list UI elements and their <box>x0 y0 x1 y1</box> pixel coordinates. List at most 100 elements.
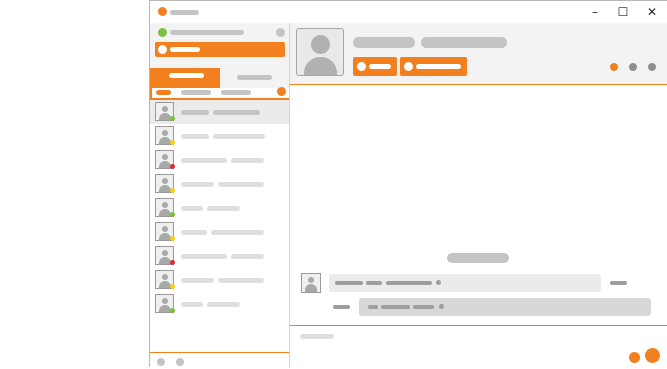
tab-recent[interactable] <box>220 68 289 88</box>
contact-list-item[interactable] <box>150 244 289 268</box>
status-dot-icon <box>170 260 175 265</box>
tab-recent-label-placeholder <box>237 75 272 80</box>
status-dot-icon <box>170 164 175 169</box>
emoji-icon[interactable] <box>629 352 640 363</box>
contact-detail-placeholder <box>207 206 240 211</box>
contact-detail-placeholder <box>218 278 264 283</box>
message-time-placeholder <box>333 305 350 309</box>
app-logo-icon <box>158 7 167 16</box>
video-call-label-placeholder <box>416 64 461 69</box>
avatar-head-icon <box>311 35 330 54</box>
message-text-placeholder <box>368 305 378 309</box>
more-options-icon-2[interactable] <box>629 63 637 71</box>
contact-list-item[interactable] <box>150 100 289 124</box>
send-icon[interactable] <box>645 348 660 363</box>
message-text-placeholder <box>386 281 432 285</box>
avatar-head-icon <box>162 154 168 160</box>
status-dot-icon <box>170 212 175 217</box>
contact-name-placeholder <box>353 37 415 48</box>
read-receipt-icon <box>439 304 444 309</box>
contact-list-item[interactable] <box>150 196 289 220</box>
contact-detail-placeholder <box>211 230 264 235</box>
contact-name-placeholder <box>181 110 209 115</box>
contact-name-placeholder <box>181 254 227 259</box>
contact-detail-placeholder <box>207 302 240 307</box>
footer-help-icon[interactable] <box>176 358 184 366</box>
maximize-button[interactable]: ☐ <box>615 4 631 20</box>
contact-list-item[interactable] <box>150 268 289 292</box>
new-chat-button[interactable] <box>155 42 285 57</box>
phone-icon <box>357 62 366 71</box>
contact-detail-placeholder <box>213 110 260 115</box>
message-time-placeholder <box>610 281 627 285</box>
filter-online[interactable] <box>181 90 211 95</box>
video-call-button[interactable] <box>400 57 467 76</box>
call-button[interactable] <box>353 57 397 76</box>
sidebar <box>150 23 290 369</box>
contact-name-placeholder <box>181 158 227 163</box>
contact-name-placeholder <box>181 134 209 139</box>
contact-list-item[interactable] <box>150 220 289 244</box>
avatar-head-icon <box>162 106 168 112</box>
avatar-head-icon <box>162 202 168 208</box>
outgoing-bubble[interactable] <box>359 298 651 316</box>
contact-list-item[interactable] <box>150 124 289 148</box>
message-composer <box>290 325 667 368</box>
sidebar-tabs <box>150 68 289 88</box>
contact-list-item[interactable] <box>150 292 289 316</box>
status-dot-icon <box>170 188 175 193</box>
avatar-head-icon <box>162 130 168 136</box>
contact-name-placeholder <box>181 278 214 283</box>
more-options-icon-3[interactable] <box>648 63 656 71</box>
chat-window: – ☐ ✕ <box>149 0 667 369</box>
status-dot-icon <box>170 236 175 241</box>
avatar-head-icon <box>162 250 168 256</box>
app-title-placeholder <box>170 10 199 15</box>
contact-detail-placeholder <box>231 158 264 163</box>
my-name-placeholder <box>170 30 244 35</box>
status-dot-icon <box>170 284 175 289</box>
contact-name-placeholder <box>181 302 203 307</box>
contact-name-placeholder <box>181 230 207 235</box>
avatar-body-icon <box>304 57 337 75</box>
contact-name-placeholder <box>181 182 214 187</box>
message-area <box>290 85 667 325</box>
contact-detail-placeholder <box>213 134 265 139</box>
footer-settings-icon[interactable] <box>157 358 165 366</box>
avatar-head-icon <box>162 298 168 304</box>
close-button[interactable]: ✕ <box>644 4 660 20</box>
tab-contacts[interactable] <box>150 68 220 88</box>
avatar-head-icon <box>162 178 168 184</box>
settings-icon[interactable] <box>276 28 285 37</box>
avatar-head-icon <box>162 274 168 280</box>
avatar-head-icon <box>308 277 314 283</box>
more-options-icon-1[interactable] <box>610 63 618 71</box>
filter-indicator-icon[interactable] <box>277 87 286 96</box>
new-chat-label-placeholder <box>170 47 200 52</box>
avatar-body-icon <box>305 284 317 292</box>
filter-groups[interactable] <box>221 90 251 95</box>
title-bar: – ☐ ✕ <box>150 1 667 23</box>
contact-list-item[interactable] <box>150 148 289 172</box>
incoming-message <box>290 273 667 297</box>
status-dot-icon <box>170 140 175 145</box>
video-icon <box>404 62 413 71</box>
contact-list-item[interactable] <box>150 172 289 196</box>
contact-avatar[interactable] <box>296 28 344 76</box>
message-text-placeholder <box>335 281 363 285</box>
contact-detail-placeholder <box>218 182 264 187</box>
message-text-placeholder <box>381 305 410 309</box>
contact-status-placeholder <box>421 37 507 48</box>
my-status-icon[interactable] <box>158 28 167 37</box>
tab-contacts-label-placeholder <box>169 73 204 78</box>
filter-all[interactable] <box>156 90 171 95</box>
contact-name-placeholder <box>181 206 203 211</box>
call-label-placeholder <box>369 64 391 69</box>
sender-avatar[interactable] <box>301 273 321 293</box>
minimize-button[interactable]: – <box>587 4 603 20</box>
message-input[interactable] <box>300 334 334 339</box>
incoming-bubble[interactable] <box>329 274 601 292</box>
status-dot-icon <box>170 116 175 121</box>
date-separator <box>447 253 509 263</box>
outgoing-message <box>290 297 667 321</box>
